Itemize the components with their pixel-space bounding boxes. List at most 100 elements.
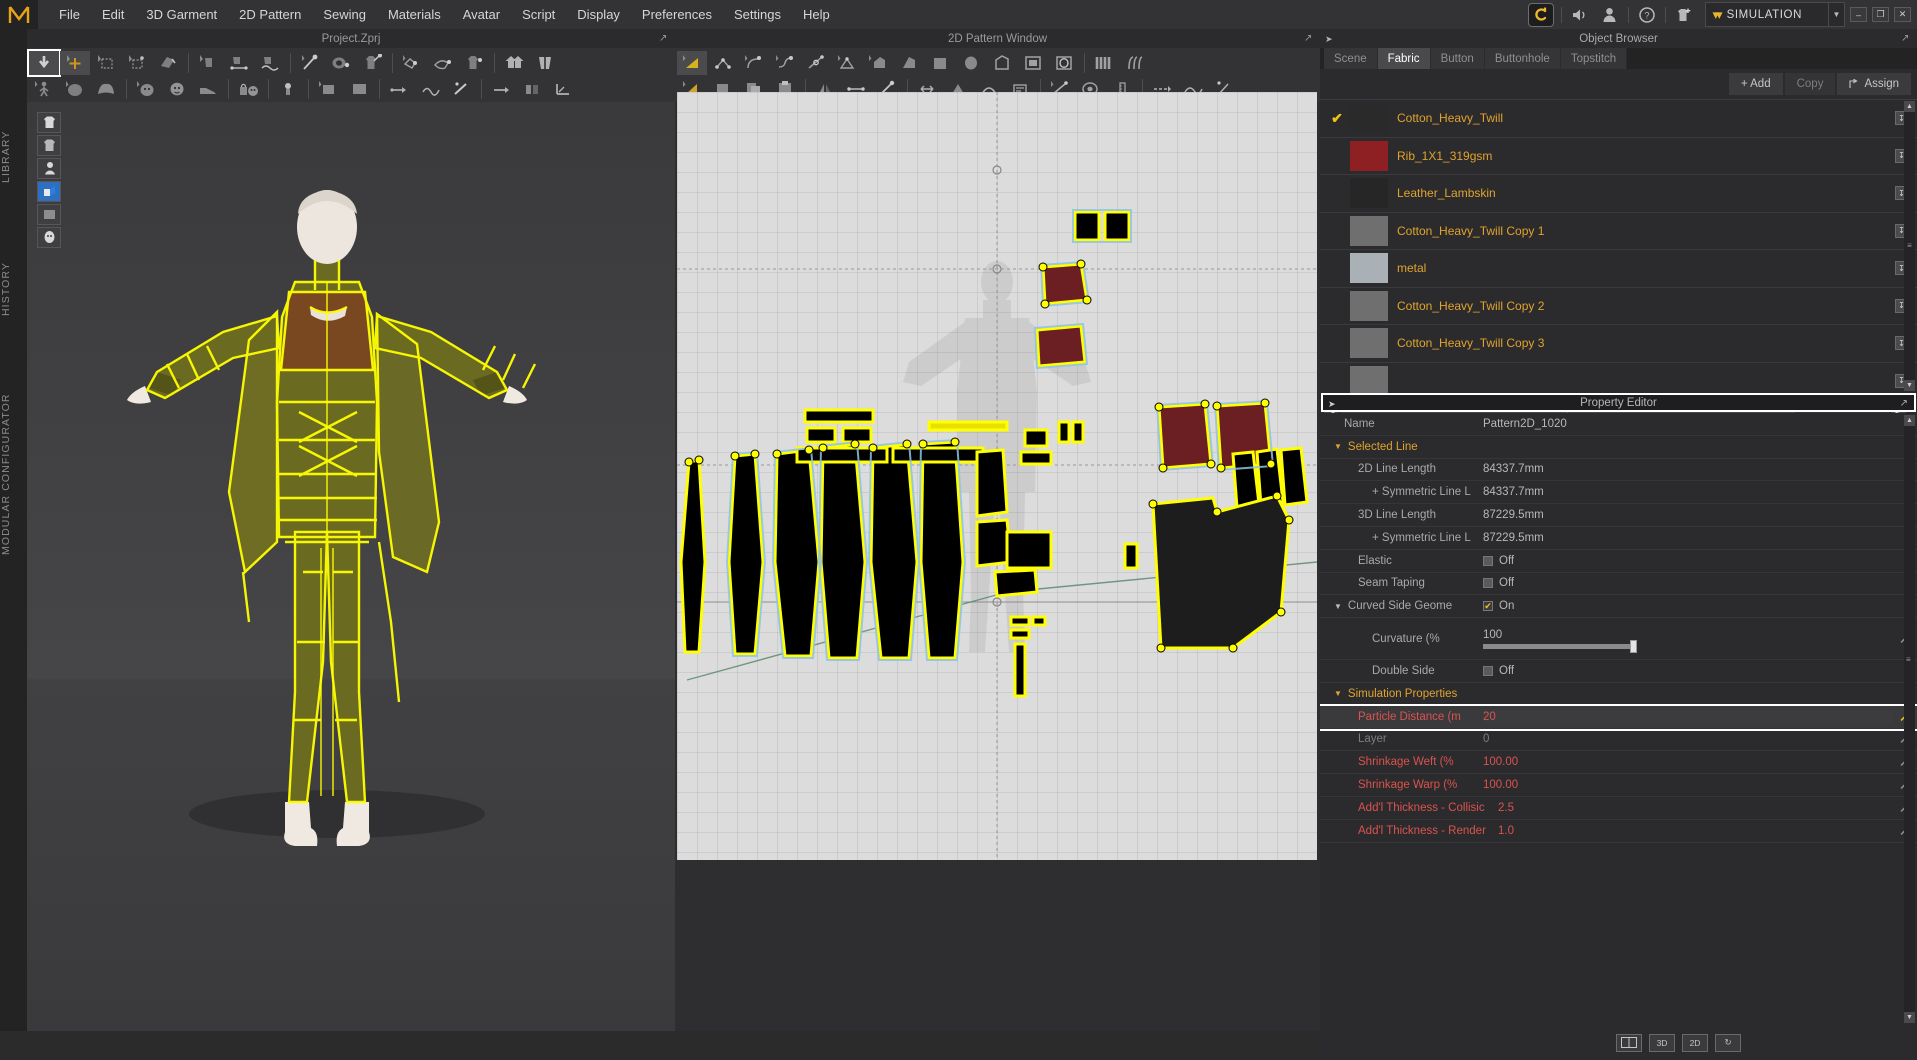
tool-inner-polygon[interactable] bbox=[987, 51, 1017, 75]
fabric-row-4[interactable]: metal ↧ bbox=[1320, 250, 1917, 288]
sound-icon[interactable] bbox=[1565, 3, 1595, 27]
popout-icon[interactable]: ↗ bbox=[1900, 398, 1908, 409]
view-2d-button[interactable]: 2D bbox=[1682, 1034, 1708, 1052]
menu-sewing[interactable]: Sewing bbox=[312, 0, 377, 29]
tool-free-sewing[interactable] bbox=[255, 51, 285, 75]
mode-selector[interactable]: ▾▾ SIMULATION ▼ bbox=[1705, 2, 1846, 27]
chevron-down-icon[interactable]: ▼ bbox=[1334, 442, 1342, 451]
garment-add-icon[interactable] bbox=[1669, 3, 1699, 27]
tool-dart[interactable] bbox=[1120, 51, 1150, 75]
scrollbar-grip[interactable]: ≡ bbox=[1906, 655, 1911, 664]
scroll-down-icon[interactable]: ▼ bbox=[1904, 1012, 1915, 1023]
property-group-simulation-properties[interactable]: ▼ Simulation Properties bbox=[1320, 683, 1917, 706]
fabric-list-vertical-scrollbar[interactable]: ▲ ≡ ▼ bbox=[1904, 101, 1915, 391]
property-row-particle-distance[interactable]: Particle Distance (m 20 bbox=[1320, 706, 1917, 729]
3d-viewport[interactable] bbox=[27, 102, 675, 1031]
sidebar-tab-history[interactable]: HISTORY bbox=[0, 229, 27, 349]
chevron-down-icon[interactable]: ▼ bbox=[1334, 689, 1342, 698]
menu-2d-pattern[interactable]: 2D Pattern bbox=[228, 0, 312, 29]
add-fabric-button[interactable]: + Add bbox=[1729, 73, 1783, 95]
tool-hair[interactable] bbox=[91, 77, 121, 101]
tool-flatten[interactable] bbox=[428, 51, 458, 75]
tab-fabric[interactable]: Fabric bbox=[1378, 48, 1431, 69]
reset-view-icon[interactable]: ↻ bbox=[1715, 1034, 1741, 1052]
help-icon[interactable]: ? bbox=[1632, 3, 1662, 27]
menu-3d-garment[interactable]: 3D Garment bbox=[135, 0, 228, 29]
slider-thumb[interactable] bbox=[1630, 640, 1637, 653]
seam-taping-checkbox[interactable] bbox=[1483, 578, 1493, 588]
tool-polygon[interactable] bbox=[677, 51, 707, 75]
fabric-active-check-icon[interactable]: ✔ bbox=[1324, 110, 1350, 127]
tool-pose[interactable] bbox=[29, 77, 59, 101]
view-3d-button[interactable]: 3D bbox=[1649, 1034, 1675, 1052]
tool-pleat[interactable] bbox=[1089, 51, 1119, 75]
tool-trace[interactable] bbox=[832, 51, 862, 75]
menu-display[interactable]: Display bbox=[566, 0, 631, 29]
tool-edit-curve[interactable] bbox=[770, 51, 800, 75]
menu-settings[interactable]: Settings bbox=[723, 0, 792, 29]
tool-inner-rectangle[interactable] bbox=[1018, 51, 1048, 75]
tool-edit-x-ray[interactable] bbox=[397, 51, 427, 75]
tool-free-select[interactable] bbox=[122, 51, 152, 75]
fabric-row-3[interactable]: Cotton_Heavy_Twill Copy 1 ↧ bbox=[1320, 213, 1917, 251]
2d-pattern-canvas[interactable] bbox=[677, 92, 1317, 860]
tool-grade[interactable] bbox=[548, 77, 578, 101]
particle-distance-input[interactable]: 20 bbox=[1483, 711, 1893, 723]
tool-pin[interactable] bbox=[295, 51, 325, 75]
sidebar-tab-library[interactable]: LIBRARY bbox=[0, 97, 27, 217]
tool-shoes[interactable] bbox=[193, 77, 223, 101]
fabric-row-2[interactable]: Leather_Lambskin ↧ bbox=[1320, 175, 1917, 213]
tool-curve-point[interactable] bbox=[739, 51, 769, 75]
double-sided-checkbox[interactable] bbox=[1483, 666, 1493, 676]
tool-point-edit[interactable] bbox=[708, 51, 738, 75]
property-editor-scrollbar[interactable]: ▲ ≡ ▼ bbox=[1904, 415, 1915, 1023]
tool-inflate[interactable] bbox=[459, 51, 489, 75]
property-value[interactable]: 2.5 bbox=[1498, 802, 1893, 814]
sidebar-tab-modular-configurator[interactable]: MODULAR CONFIGURATOR bbox=[0, 359, 27, 589]
scroll-up-icon[interactable]: ▲ bbox=[1904, 101, 1915, 112]
chevron-down-icon[interactable]: ▼ bbox=[1828, 3, 1844, 26]
tool-bag[interactable] bbox=[233, 77, 263, 101]
tool-tack-on-avatar[interactable] bbox=[357, 51, 387, 75]
popout-icon[interactable]: ↗ bbox=[1304, 33, 1314, 43]
tool-avatar-size[interactable] bbox=[60, 77, 90, 101]
curvature-slider[interactable] bbox=[1483, 644, 1635, 649]
menu-file[interactable]: File bbox=[48, 0, 91, 29]
tool-fitting[interactable] bbox=[486, 77, 516, 101]
tool-skin[interactable] bbox=[131, 77, 161, 101]
tool-camera[interactable] bbox=[313, 77, 343, 101]
tool-trim[interactable] bbox=[384, 77, 414, 101]
fabric-row-6[interactable]: Cotton_Heavy_Twill Copy 3 ↧ bbox=[1320, 325, 1917, 363]
menu-preferences[interactable]: Preferences bbox=[631, 0, 723, 29]
tool-add-point[interactable] bbox=[801, 51, 831, 75]
tab-scene[interactable]: Scene bbox=[1324, 48, 1378, 69]
tool-zipper[interactable] bbox=[499, 51, 529, 75]
tool-render[interactable] bbox=[344, 77, 374, 101]
menu-script[interactable]: Script bbox=[511, 0, 566, 29]
fabric-row-0[interactable]: ✔ Cotton_Heavy_Twill ↧ bbox=[1320, 100, 1917, 138]
tool-button[interactable] bbox=[530, 51, 560, 75]
menu-help[interactable]: Help bbox=[792, 0, 841, 29]
curvature-value[interactable]: 100 bbox=[1483, 629, 1893, 641]
chevron-down-icon[interactable]: ▼ bbox=[1334, 602, 1342, 611]
assign-fabric-button[interactable]: Assign bbox=[1837, 73, 1911, 95]
popout-icon[interactable]: ↗ bbox=[659, 33, 669, 43]
tool-circle-shape[interactable] bbox=[956, 51, 986, 75]
avatar-icon[interactable] bbox=[1595, 3, 1625, 27]
tool-freeform-shape[interactable] bbox=[894, 51, 924, 75]
tab-buttonhole[interactable]: Buttonhole bbox=[1485, 48, 1561, 69]
tool-tack[interactable] bbox=[326, 51, 356, 75]
tab-button[interactable]: Button bbox=[1431, 48, 1485, 69]
property-value[interactable]: Pattern2D_1020 bbox=[1483, 418, 1893, 430]
popout-icon[interactable]: ↗ bbox=[1901, 33, 1911, 43]
tool-transform[interactable] bbox=[60, 51, 90, 75]
fabric-row-5[interactable]: Cotton_Heavy_Twill Copy 2 ↧ bbox=[1320, 288, 1917, 326]
property-editor-list[interactable]: Name Pattern2D_1020 ▼ Selected Line 2D L… bbox=[1320, 413, 1917, 1025]
fabric-list[interactable]: ✔ Cotton_Heavy_Twill ↧ Rib_1X1_319gsm ↧ … bbox=[1320, 100, 1917, 402]
property-value[interactable]: 1.0 bbox=[1498, 825, 1893, 837]
elastic-checkbox[interactable] bbox=[1483, 556, 1493, 566]
property-value[interactable]: 100.00 bbox=[1483, 756, 1893, 768]
scroll-down-icon[interactable]: ▼ bbox=[1904, 380, 1915, 391]
curved-side-geometry-checkbox[interactable]: ✔ bbox=[1483, 601, 1493, 611]
window-close-button[interactable]: ✕ bbox=[1894, 7, 1911, 22]
